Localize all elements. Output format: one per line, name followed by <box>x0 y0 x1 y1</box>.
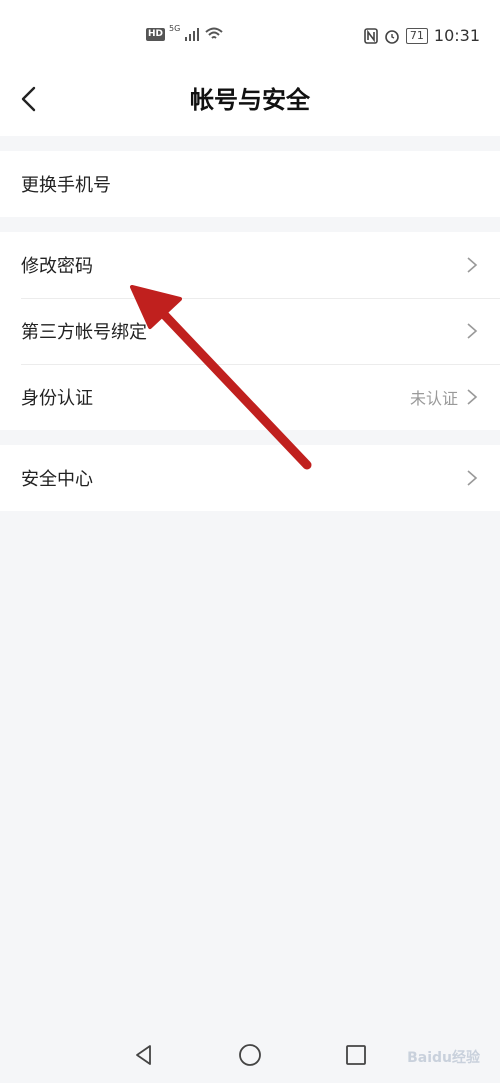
row-label: 身份认证 <box>21 388 93 409</box>
chevron-right-icon <box>467 257 478 273</box>
hd-badge: HD <box>146 27 166 41</box>
nav-back-icon[interactable] <box>132 1043 156 1067</box>
chevron-right-icon <box>467 323 478 339</box>
row-security-center[interactable]: 安全中心 <box>0 445 500 511</box>
settings-group-phone: 更换手机号 <box>0 151 500 217</box>
row-label: 更换手机号 <box>21 175 111 196</box>
battery-icon: 71 <box>405 27 428 44</box>
system-nav-bar: Baidu经验 <box>0 1027 500 1083</box>
signal-icon <box>185 28 200 41</box>
network-type: 5G <box>169 23 181 33</box>
status-right: 71 10:31 <box>364 26 480 45</box>
nav-header: 帐号与安全 <box>0 70 500 136</box>
nav-home-icon[interactable] <box>238 1043 262 1067</box>
row-label: 安全中心 <box>21 469 93 490</box>
settings-group-security: 修改密码 第三方帐号绑定 身份认证 未认证 <box>0 232 500 430</box>
nav-recent-icon[interactable] <box>344 1043 368 1067</box>
row-right <box>466 232 478 298</box>
nfc-icon <box>364 27 378 44</box>
wifi-icon <box>205 27 223 39</box>
page-title: 帐号与安全 <box>190 86 310 114</box>
chevron-right-icon <box>467 389 478 405</box>
chevron-right-icon <box>467 470 478 486</box>
row-label: 修改密码 <box>21 256 93 277</box>
row-change-password[interactable]: 修改密码 <box>0 232 500 298</box>
alarm-icon <box>385 29 399 44</box>
row-right <box>466 298 478 364</box>
verification-status: 未认证 <box>409 389 458 408</box>
status-time: 10:31 <box>433 26 480 45</box>
row-right <box>466 445 478 511</box>
row-identity-verification[interactable]: 身份认证 未认证 <box>0 364 500 430</box>
row-change-phone[interactable]: 更换手机号 <box>0 151 500 217</box>
status-bar: HD 5G 71 10:31 <box>0 0 500 70</box>
status-left: HD 5G <box>146 23 224 42</box>
row-label: 第三方帐号绑定 <box>21 322 147 343</box>
row-third-party-binding[interactable]: 第三方帐号绑定 <box>0 298 500 364</box>
row-right: 未认证 <box>410 364 478 430</box>
settings-group-center: 安全中心 <box>0 445 500 511</box>
watermark: Baidu经验 <box>407 1050 480 1066</box>
